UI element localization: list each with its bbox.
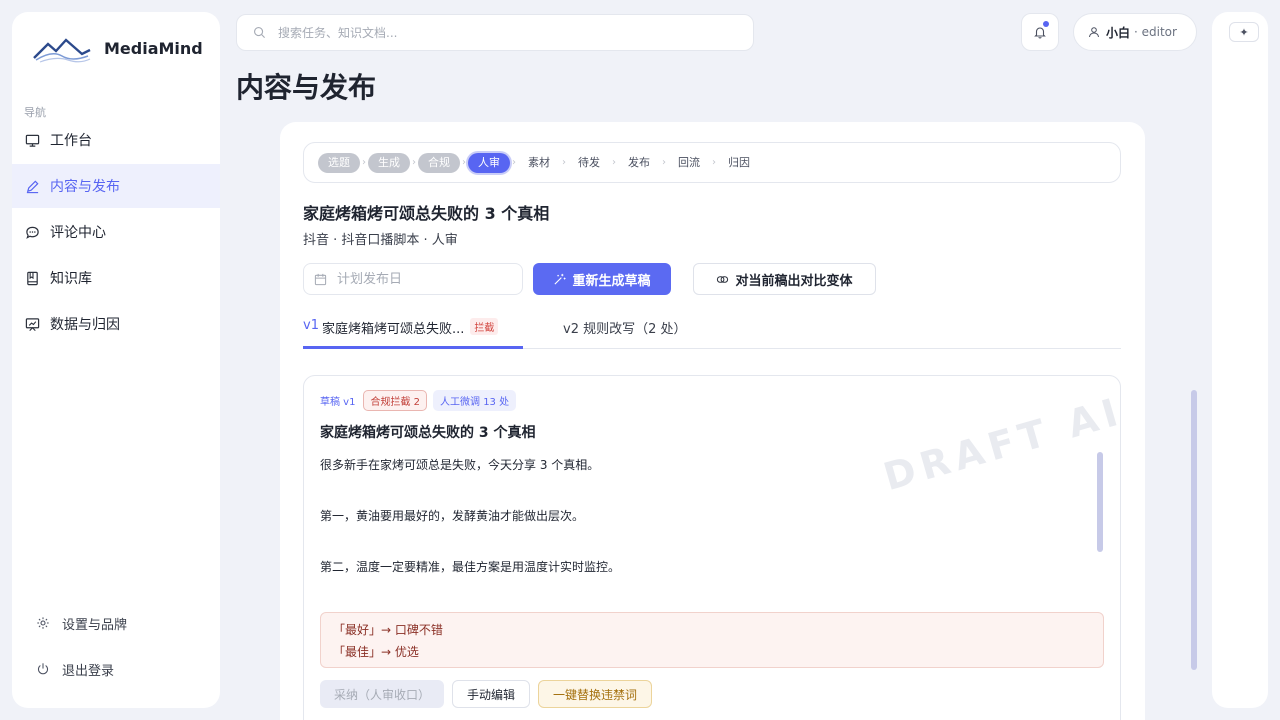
chevron-right-icon: › [412,157,416,168]
book-icon [24,270,40,286]
sidebar-item-label: 工作台 [50,133,92,149]
brand[interactable]: MediaMind [32,32,203,64]
mountain-logo-icon [33,38,91,63]
blocked-badge: 拦截 [470,318,499,335]
right-panel: ✦ [1212,12,1268,708]
document-title: 家庭烤箱烤可颂总失败的 3 个真相 [303,204,550,223]
regenerate-label: 重新生成草稿 [572,273,651,289]
adopt-button[interactable]: 采纳（人审收口） [320,680,444,708]
draft-actions: 采纳（人审收口） 手动编辑 一键替换违禁词 [320,680,652,708]
notification-button[interactable] [1021,13,1059,51]
sidebar-item-label: 数据与归因 [50,317,120,333]
tab-version: v1 [303,318,319,333]
chat-icon [24,224,40,240]
manual-edit-button[interactable]: 手动编辑 [452,680,530,708]
replacement-suggestions: 「最好」→ 口碑不错 「最佳」→ 优选 [320,612,1104,668]
chevron-right-icon: › [612,157,616,168]
user-icon [1089,27,1099,38]
step-attribution[interactable]: 归因 [718,153,760,173]
step-feedback[interactable]: 回流 [668,153,710,173]
logout-link[interactable]: 退出登录 [12,646,220,692]
pen-icon [24,178,40,194]
sidebar-item-label: 知识库 [50,271,92,287]
compare-variant-button[interactable]: 对当前稿出对比变体 [693,263,876,295]
sparkle-icon: ✦ [1239,25,1249,39]
sidebar-item-analytics[interactable]: 数据与归因 [12,302,220,346]
notification-dot [1043,21,1049,27]
sidebar: MediaMind 导航 工作台 内容与发布 评论中心 知识库 数据与归因 设置… [12,12,220,708]
workflow-stepper: 选题 › 生成 › 合规 › 人审 › 素材 › 待发 › 发布 › 回流 › … [303,142,1121,183]
sidebar-item-workbench[interactable]: 工作台 [12,118,220,162]
brand-name: MediaMind [104,38,203,58]
tab-title: 家庭烤箱烤可颂总失败... [321,322,465,337]
chevron-right-icon: › [562,157,566,168]
sidebar-item-label: 内容与发布 [50,179,120,195]
replacement-item: 「最佳」→ 优选 [333,645,419,659]
bottom-nav: 设置与品牌 退出登录 [12,600,220,692]
regenerate-draft-button[interactable]: 重新生成草稿 [533,263,671,295]
search-bar[interactable] [236,14,754,51]
user-menu[interactable]: 小白 · editor [1073,13,1197,51]
draft-paragraph: 第二，温度一定要精准，最佳方案是用温度计实时监控。 [320,560,621,574]
draft-body[interactable]: 很多新手在家烤可颂总是失败，今天分享 3 个真相。 第一，黄油要用最好的，发酵黄… [320,456,1090,609]
publish-date-input[interactable] [337,271,507,287]
chevron-right-icon: › [512,157,516,168]
chevron-right-icon: › [362,157,366,168]
power-icon [36,662,50,676]
sidebar-item-content-publish[interactable]: 内容与发布 [12,164,220,208]
bottom-item-label: 设置与品牌 [62,617,128,633]
draft-paragraph: 第一，黄油要用最好的，发酵黄油才能做出层次。 [320,509,585,523]
publish-date-field[interactable] [303,263,523,295]
sidebar-item-knowledge[interactable]: 知识库 [12,256,220,300]
main-nav: 工作台 内容与发布 评论中心 知识库 数据与归因 [12,116,220,346]
page-scrollbar[interactable] [1191,390,1197,670]
chevron-right-icon: › [462,157,466,168]
chart-board-icon [24,316,40,332]
chevron-right-icon: › [712,157,716,168]
compare-label: 对当前稿出对比变体 [735,273,853,289]
version-tabs: v1 家庭烤箱烤可颂总失败... 拦截 v2 规则改写（2 处） [303,314,1121,349]
chevron-right-icon: › [662,157,666,168]
user-role: · editor [1134,25,1177,39]
compliance-block-badge: 合规拦截 2 [363,390,428,411]
step-topic[interactable]: 选题 [318,152,360,173]
magic-wand-icon [554,273,567,285]
calendar-icon [314,273,327,285]
page-title: 内容与发布 [236,71,377,104]
content-card: DRAFT AI 选题 › 生成 › 合规 › 人审 › 素材 › 待发 › 发… [280,122,1145,720]
tab-v2[interactable]: v2 规则改写（2 处） [563,318,687,337]
step-generate[interactable]: 生成 [368,152,410,173]
step-assets[interactable]: 素材 [518,153,560,173]
sidebar-item-label: 评论中心 [50,225,106,241]
draft-scrollbar[interactable] [1097,452,1103,552]
draft-version-label: 草稿 v1 [320,397,356,408]
sidebar-item-comments[interactable]: 评论中心 [12,210,220,254]
search-input[interactable] [278,25,718,40]
search-icon [254,27,266,39]
ai-assistant-button[interactable]: ✦ [1229,22,1259,42]
step-publish[interactable]: 发布 [618,153,660,173]
draft-title: 家庭烤箱烤可颂总失败的 3 个真相 [320,425,536,441]
settings-brand-link[interactable]: 设置与品牌 [12,600,220,646]
replace-banned-words-button[interactable]: 一键替换违禁词 [538,680,652,708]
draft-header: 草稿 v1 合规拦截 2 人工微调 13 处 [320,390,517,411]
draft-paragraph: 很多新手在家烤可颂总是失败，今天分享 3 个真相。 [320,458,600,472]
document-meta: 抖音 · 抖音口播脚本 · 人审 [303,233,458,248]
gear-icon [36,616,50,630]
monitor-icon [24,132,40,148]
step-compliance[interactable]: 合规 [418,152,460,173]
manual-edit-badge: 人工微调 13 处 [433,390,517,411]
bottom-item-label: 退出登录 [62,663,115,679]
draft-panel: 草稿 v1 合规拦截 2 人工微调 13 处 家庭烤箱烤可颂总失败的 3 个真相… [303,375,1121,720]
tab-v1[interactable]: v1 家庭烤箱烤可颂总失败... 拦截 [303,314,523,349]
bell-icon [1034,27,1046,39]
link-icon [717,275,729,283]
step-review[interactable]: 人审 [468,152,510,173]
step-pending[interactable]: 待发 [568,153,610,173]
replacement-item: 「最好」→ 口碑不错 [333,623,443,637]
user-name: 小白 [1106,25,1131,40]
